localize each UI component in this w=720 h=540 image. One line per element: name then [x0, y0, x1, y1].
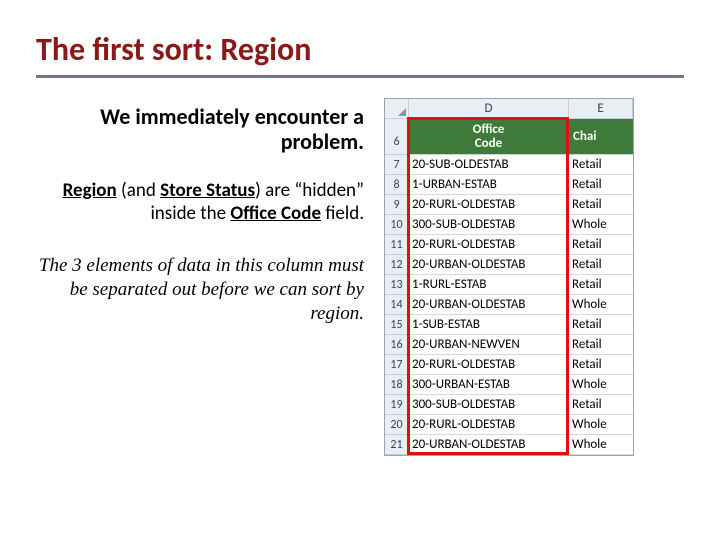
table-row: 1220-URBAN-OLDESTABRetail [385, 255, 633, 275]
cell-office-code[interactable]: 1-URBAN-ESTAB [409, 175, 569, 195]
cell-office-code[interactable]: 300-SUB-OLDESTAB [409, 215, 569, 235]
header-row: 6 Office Code Chai [385, 119, 633, 155]
cell-channel[interactable]: Retail [569, 355, 633, 375]
header-cell-office-code[interactable]: Office Code [409, 119, 569, 155]
cell-channel[interactable]: Whole [569, 375, 633, 395]
title-rule [36, 75, 684, 78]
cell-channel[interactable]: Retail [569, 255, 633, 275]
cell-office-code[interactable]: 20-URBAN-OLDESTAB [409, 295, 569, 315]
row-header[interactable]: 19 [385, 395, 409, 415]
col-header-D[interactable]: D [409, 99, 569, 119]
cell-channel[interactable]: Retail [569, 275, 633, 295]
table-row: 2120-URBAN-OLDESTABWhole [385, 435, 633, 455]
row-header[interactable]: 9 [385, 195, 409, 215]
slide: The first sort: Region We immediately en… [0, 0, 720, 540]
col-header-E[interactable]: E [569, 99, 633, 119]
data-rows: 720-SUB-OLDESTABRetail81-URBAN-ESTABReta… [385, 155, 633, 455]
cell-channel[interactable]: Retail [569, 395, 633, 415]
cell-office-code[interactable]: 1-RURL-ESTAB [409, 275, 569, 295]
cell-office-code[interactable]: 20-SUB-OLDESTAB [409, 155, 569, 175]
table-row: 720-SUB-OLDESTABRetail [385, 155, 633, 175]
row-header[interactable]: 8 [385, 175, 409, 195]
cell-office-code[interactable]: 20-URBAN-OLDESTAB [409, 435, 569, 455]
row-header[interactable]: 11 [385, 235, 409, 255]
cell-office-code[interactable]: 20-RURL-OLDESTAB [409, 195, 569, 215]
row-header[interactable]: 20 [385, 415, 409, 435]
cell-office-code[interactable]: 20-RURL-OLDESTAB [409, 415, 569, 435]
row-header[interactable]: 10 [385, 215, 409, 235]
row-header[interactable]: 7 [385, 155, 409, 175]
table-row: 1120-RURL-OLDESTABRetail [385, 235, 633, 255]
row-header[interactable]: 16 [385, 335, 409, 355]
cell-office-code[interactable]: 300-SUB-OLDESTAB [409, 395, 569, 415]
cell-channel[interactable]: Retail [569, 335, 633, 355]
cell-channel[interactable]: Whole [569, 415, 633, 435]
cell-channel[interactable]: Whole [569, 295, 633, 315]
cell-office-code[interactable]: 1-SUB-ESTAB [409, 315, 569, 335]
column-header-row: D E [385, 99, 633, 119]
cell-channel[interactable]: Whole [569, 435, 633, 455]
cell-office-code[interactable]: 20-URBAN-NEWVEN [409, 335, 569, 355]
paragraph-3: The 3 elements of data in this column mu… [36, 254, 364, 325]
excel-column: D E 6 Office Code Chai 720-SUB-OLDESTABR… [384, 98, 634, 456]
table-row: 2020-RURL-OLDESTABWhole [385, 415, 633, 435]
cell-channel[interactable]: Retail [569, 175, 633, 195]
content-row: We immediately encounter a problem. Regi… [36, 102, 684, 456]
paragraph-2: Region (and Store Status) are “hidden” i… [36, 179, 364, 227]
slide-title: The first sort: Region [36, 30, 684, 69]
table-row: 1620-URBAN-NEWVENRetail [385, 335, 633, 355]
excel-grid: D E 6 Office Code Chai 720-SUB-OLDESTABR… [384, 98, 634, 456]
row-header[interactable]: 21 [385, 435, 409, 455]
cell-office-code[interactable]: 20-RURL-OLDESTAB [409, 235, 569, 255]
cell-office-code[interactable]: 20-URBAN-OLDESTAB [409, 255, 569, 275]
p2-seg2: (and [117, 179, 160, 202]
table-row: 151-SUB-ESTABRetail [385, 315, 633, 335]
row-header[interactable]: 6 [385, 119, 409, 155]
cell-channel[interactable]: Whole [569, 215, 633, 235]
table-row: 1720-RURL-OLDESTABRetail [385, 355, 633, 375]
table-row: 1420-URBAN-OLDESTABWhole [385, 295, 633, 315]
p2-region: Region [63, 179, 117, 202]
table-row: 19300-SUB-OLDESTABRetail [385, 395, 633, 415]
cell-office-code[interactable]: 300-URBAN-ESTAB [409, 375, 569, 395]
table-row: 920-RURL-OLDESTABRetail [385, 195, 633, 215]
paragraph-1: We immediately encounter a problem. [36, 104, 364, 155]
cell-channel[interactable]: Retail [569, 315, 633, 335]
table-row: 10300-SUB-OLDESTABWhole [385, 215, 633, 235]
row-header[interactable]: 15 [385, 315, 409, 335]
row-header[interactable]: 14 [385, 295, 409, 315]
row-header[interactable]: 13 [385, 275, 409, 295]
p2-office-code: Office Code [230, 202, 321, 225]
table-row: 18300-URBAN-ESTABWhole [385, 375, 633, 395]
p2-seg6: field. [321, 202, 364, 225]
cell-channel[interactable]: Retail [569, 155, 633, 175]
row-header[interactable]: 17 [385, 355, 409, 375]
table-row: 131-RURL-ESTABRetail [385, 275, 633, 295]
p2-store-status: Store Status [160, 179, 255, 202]
select-all-corner[interactable] [385, 99, 409, 119]
cell-channel[interactable]: Retail [569, 235, 633, 255]
cell-office-code[interactable]: 20-RURL-OLDESTAB [409, 355, 569, 375]
cell-channel[interactable]: Retail [569, 195, 633, 215]
row-header[interactable]: 18 [385, 375, 409, 395]
row-header[interactable]: 12 [385, 255, 409, 275]
header-cell-channel[interactable]: Chai [569, 119, 633, 155]
text-column: We immediately encounter a problem. Regi… [36, 102, 364, 456]
table-row: 81-URBAN-ESTABRetail [385, 175, 633, 195]
